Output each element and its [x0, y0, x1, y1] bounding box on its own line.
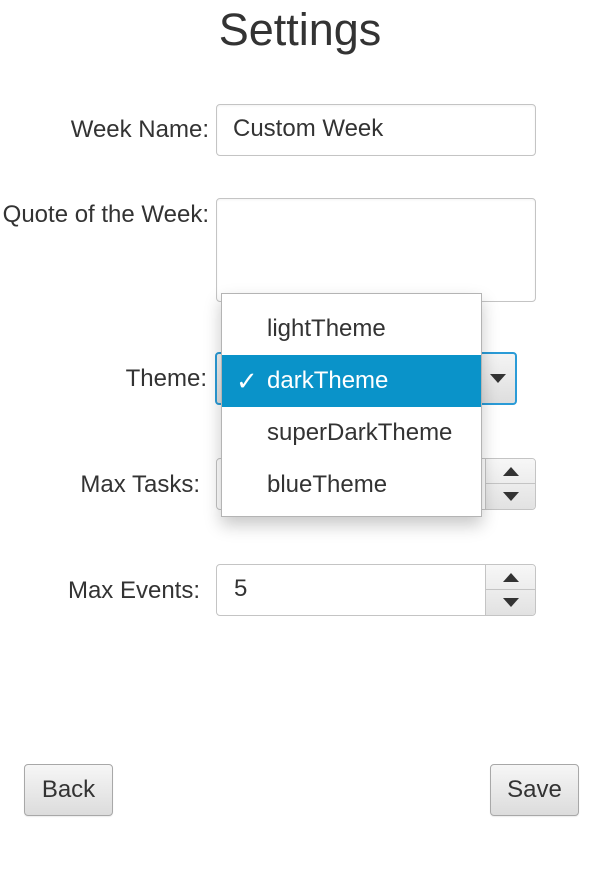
- theme-dropdown-list: lightTheme ✓ darkTheme superDarkTheme bl…: [221, 293, 482, 517]
- theme-option[interactable]: superDarkTheme: [222, 407, 481, 459]
- back-button[interactable]: Back: [24, 764, 113, 816]
- week-name-label: Week Name:: [70, 116, 209, 143]
- max-tasks-spinner-buttons: [485, 459, 535, 509]
- check-icon: ✓: [236, 366, 258, 396]
- arrow-up-icon[interactable]: [486, 565, 535, 590]
- theme-label: Theme:: [125, 365, 207, 392]
- arrow-down-icon[interactable]: [486, 590, 535, 615]
- max-events-spinner-buttons: [485, 565, 535, 615]
- week-name-field[interactable]: Custom Week: [216, 104, 536, 156]
- save-button[interactable]: Save: [490, 764, 579, 816]
- max-events-value: 5: [234, 575, 248, 602]
- theme-option-label: lightTheme: [267, 315, 386, 342]
- chevron-down-icon[interactable]: [481, 354, 515, 403]
- arrow-down-icon[interactable]: [486, 484, 535, 509]
- max-events-label: Max Events:: [67, 577, 200, 604]
- max-tasks-label: Max Tasks:: [80, 471, 200, 498]
- theme-option[interactable]: lightTheme: [222, 303, 481, 355]
- theme-option[interactable]: blueTheme: [222, 459, 481, 511]
- page-title: Settings: [218, 4, 382, 55]
- max-events-spinner[interactable]: 5: [216, 564, 536, 616]
- quote-label: Quote of the Week:: [2, 201, 209, 228]
- theme-option-label: superDarkTheme: [267, 419, 453, 446]
- theme-option-selected[interactable]: ✓ darkTheme: [222, 355, 481, 407]
- arrow-up-icon[interactable]: [486, 459, 535, 484]
- week-name-value: Custom Week: [233, 115, 384, 142]
- theme-option-label: blueTheme: [267, 471, 388, 498]
- theme-option-label: darkTheme: [267, 367, 389, 394]
- quote-textarea[interactable]: [216, 198, 536, 302]
